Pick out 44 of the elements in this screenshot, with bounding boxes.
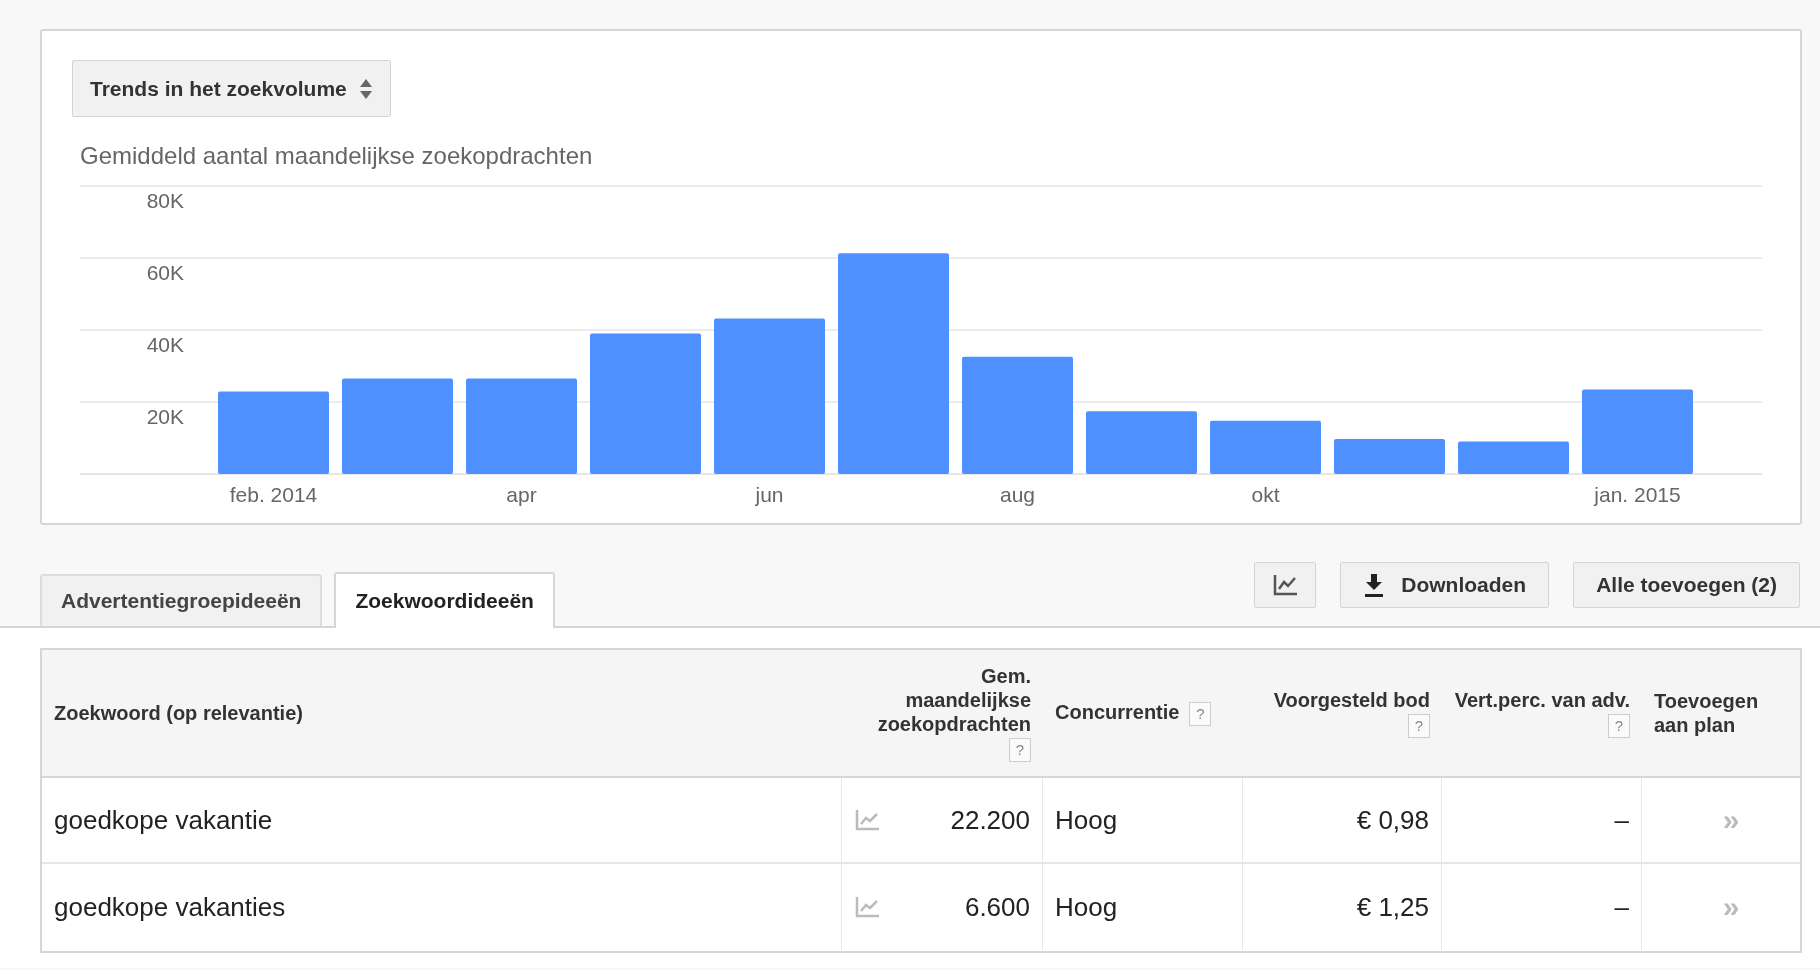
bid-cell-text: € 0,98 — [1356, 803, 1429, 837]
add-to-plan-button[interactable]: » — [1722, 892, 1740, 922]
column-header: Gem. maandelijkse zoekopdrachten — [877, 665, 1031, 736]
tab[interactable]: Advertentiegroepideeën — [40, 574, 323, 626]
trend-icon[interactable] — [854, 808, 880, 832]
x-axis-label: okt — [1251, 483, 1280, 506]
y-axis-label: 80K — [146, 189, 184, 212]
x-axis-label: aug — [1000, 483, 1035, 506]
tab[interactable]: Zoekwoordideeën — [334, 572, 555, 628]
help-icon[interactable]: ? — [1608, 713, 1630, 738]
ad-share-cell-text: – — [1614, 803, 1629, 837]
help-icon[interactable]: ? — [1408, 713, 1430, 738]
competition-cell-text: Hoog — [1055, 890, 1118, 924]
sort-arrows-icon — [358, 77, 373, 100]
help-icon[interactable]: ? — [1189, 701, 1212, 726]
y-axis-label: 40K — [146, 333, 184, 356]
trend-icon[interactable] — [854, 895, 880, 919]
column-header: Vert.perc. van adv. — [1454, 689, 1630, 712]
column-header: Voorgesteld bod — [1273, 689, 1430, 712]
x-axis-label: jan. 2015 — [1594, 483, 1681, 506]
x-axis-label: feb. 2014 — [229, 483, 318, 506]
x-axis-label: jun — [755, 483, 784, 506]
chart-button[interactable] — [1254, 562, 1317, 608]
column-header: Zoekwoord (op relevantie) — [54, 702, 303, 724]
volume-cell-text: 22.200 — [950, 803, 1030, 837]
line-chart-icon — [1272, 573, 1299, 597]
keyword-cell-text: goedkope vakantie — [54, 803, 273, 837]
add-all-button[interactable]: Alle toevoegen (2) — [1573, 562, 1800, 608]
y-axis-label: 60K — [146, 261, 184, 284]
help-icon[interactable]: ? — [1009, 737, 1031, 762]
bid-cell-text: € 1,25 — [1356, 890, 1429, 924]
download-icon — [1363, 573, 1386, 597]
y-axis-label: 20K — [146, 405, 184, 428]
x-axis-label: apr — [506, 483, 537, 506]
download-button[interactable]: Downloaden — [1340, 562, 1550, 608]
volume-cell-text: 6.600 — [964, 890, 1030, 924]
ad-share-cell-text: – — [1614, 890, 1629, 924]
column-header: Toevoegen aan plan — [1654, 690, 1759, 736]
keyword-cell-text: goedkope vakanties — [54, 890, 286, 924]
competition-cell-text: Hoog — [1055, 803, 1118, 837]
column-header: Concurrentie — [1055, 701, 1180, 724]
metric-dropdown[interactable]: Trends in het zoekvolume — [72, 60, 391, 117]
chart-title: Gemiddeld aantal maandelijkse zoekopdrachten — [80, 141, 594, 171]
add-to-plan-button[interactable]: » — [1722, 805, 1740, 835]
